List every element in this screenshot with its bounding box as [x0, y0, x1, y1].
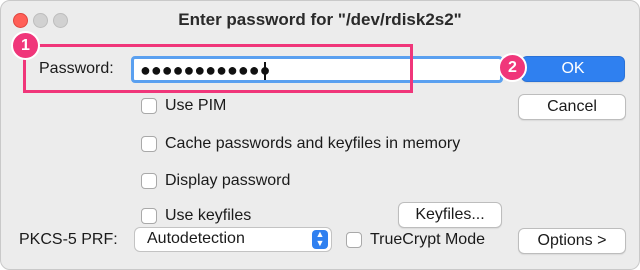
truecrypt-mode-label: TrueCrypt Mode [370, 231, 485, 248]
prf-selected-value: Autodetection [147, 230, 245, 247]
display-password-label: Display password [165, 172, 291, 189]
annotation-marker-1: 1 [11, 31, 40, 60]
password-dialog-window: Enter password for "/dev/rdisk2s2" Passw… [0, 0, 640, 270]
keyfiles-button[interactable]: Keyfiles... [398, 202, 502, 228]
chevron-updown-icon: ▲ ▼ [312, 230, 328, 249]
truecrypt-mode-checkbox[interactable] [346, 232, 362, 248]
use-keyfiles-checkbox[interactable] [141, 208, 157, 224]
dialog-title: Enter password for "/dev/rdisk2s2" [178, 10, 462, 29]
annotation-marker-2: 2 [498, 53, 527, 82]
prf-select[interactable]: Autodetection ▲ ▼ [134, 227, 332, 252]
prf-label: PKCS-5 PRF: [19, 231, 118, 248]
cache-passwords-checkbox[interactable] [141, 136, 157, 152]
use-pim-checkbox[interactable] [141, 98, 157, 114]
use-keyfiles-label: Use keyfiles [165, 207, 252, 224]
annotation-highlight-box [23, 44, 413, 93]
use-pim-label: Use PIM [165, 97, 227, 114]
cache-passwords-label: Cache passwords and keyfiles in memory [165, 135, 461, 152]
ok-button[interactable]: OK [521, 56, 625, 82]
cancel-button[interactable]: Cancel [518, 94, 626, 120]
options-button[interactable]: Options > [518, 228, 626, 254]
title-bar: Enter password for "/dev/rdisk2s2" [1, 1, 639, 39]
display-password-checkbox[interactable] [141, 173, 157, 189]
